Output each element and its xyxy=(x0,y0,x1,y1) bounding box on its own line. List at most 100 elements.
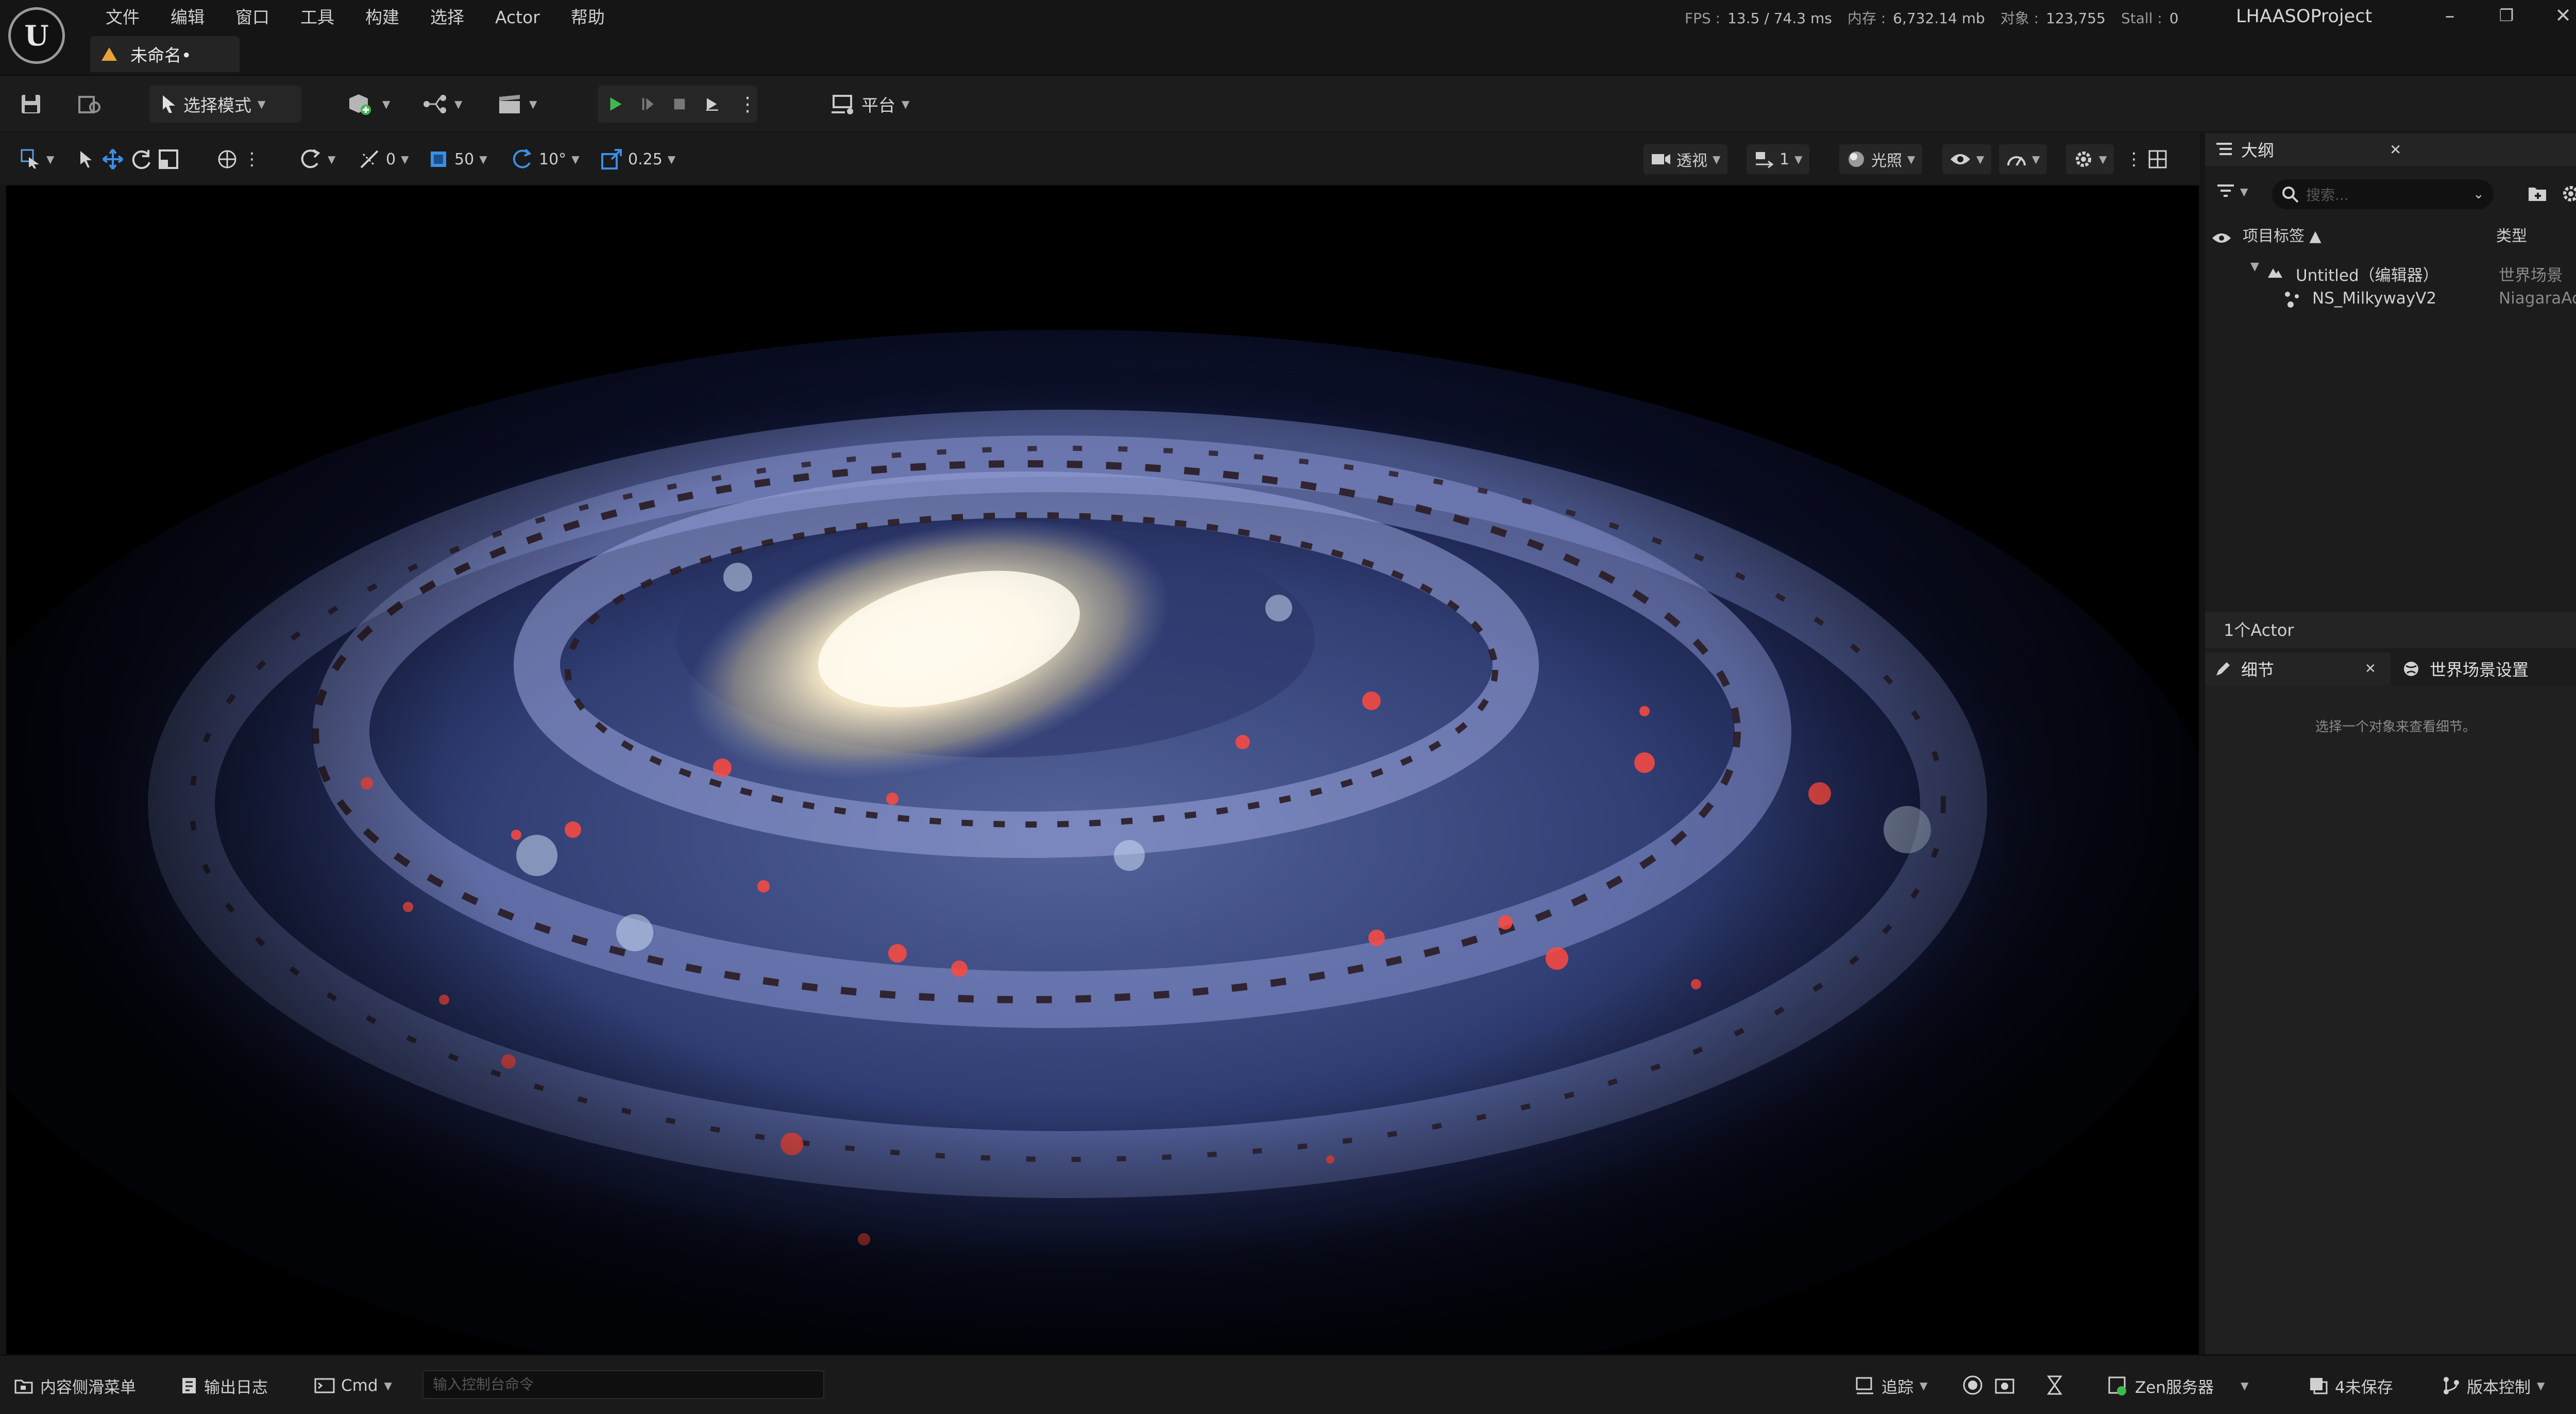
level-viewport[interactable] xyxy=(6,186,2199,1354)
menu-edit[interactable]: 编辑 xyxy=(155,3,220,32)
add-folder-icon[interactable] xyxy=(2527,183,2548,204)
perf-stats: FPS :13.5 / 74.3 ms 内存 :6,732.14 mb 对象 :12… xyxy=(1685,10,2179,27)
details-panel: 选择一个对象来查看细节。 xyxy=(2205,685,2576,1354)
save-button[interactable] xyxy=(20,86,42,122)
minimize-button[interactable]: – xyxy=(2421,0,2478,31)
screenshot-camera-icon[interactable] xyxy=(1994,1374,2015,1396)
fps-value: 13.5 / 74.3 ms xyxy=(1727,10,1832,27)
selection-mode-label: 选择模式 xyxy=(183,95,251,115)
console-command-input[interactable]: 输入控制台命令 xyxy=(422,1370,824,1399)
more-options-icon[interactable]: ⋮ xyxy=(738,93,757,115)
grid-snap-value[interactable]: 50 ▼ xyxy=(428,144,487,174)
close-icon[interactable]: ✕ xyxy=(2365,661,2376,677)
row-type: NiagaraAct xyxy=(2499,289,2576,308)
blueprint-icon xyxy=(423,95,446,113)
simulate-icon[interactable] xyxy=(705,93,719,115)
milky-way-galaxy-image xyxy=(6,186,2199,1354)
scale-snap-icon xyxy=(601,149,622,170)
zen-server-icon xyxy=(2108,1376,2126,1395)
zen-server-dropdown[interactable]: Zen服务器 ▼ xyxy=(2107,1371,2248,1400)
more-options-icon[interactable]: ⋮ xyxy=(2125,149,2143,170)
chevron-down-icon: ▼ xyxy=(454,98,463,110)
globe-icon xyxy=(2404,662,2418,676)
menu-select[interactable]: 选择 xyxy=(415,3,480,32)
maximize-button[interactable]: ❐ xyxy=(2478,0,2535,31)
menu-file[interactable]: 文件 xyxy=(90,3,155,32)
outliner-row[interactable]: NS_MilkywayV2 NiagaraAct xyxy=(2205,286,2576,313)
menu-tools[interactable]: 工具 xyxy=(285,3,350,32)
filter-dropdown[interactable]: ▼ xyxy=(2215,182,2248,201)
menu-help[interactable]: 帮助 xyxy=(555,3,620,32)
visibility-eye-icon xyxy=(2212,233,2231,243)
record-icon[interactable] xyxy=(1962,1374,1984,1396)
outliner-row[interactable]: ▼ Untitled（编辑器） 世界场景 xyxy=(2205,259,2576,286)
translate-icon[interactable] xyxy=(101,147,125,171)
rotate-icon[interactable] xyxy=(130,148,152,171)
chevron-down-icon[interactable]: ⌄ xyxy=(2473,187,2484,202)
project-name: LHAASOProject xyxy=(2236,6,2372,27)
gauge-icon xyxy=(2007,156,2026,166)
column-type[interactable]: 类型 xyxy=(2496,223,2527,246)
details-tab-label: 细节 xyxy=(2241,660,2275,680)
branch-icon xyxy=(2444,1377,2459,1394)
add-actor-button[interactable]: ▼ xyxy=(345,86,390,122)
browse-button[interactable] xyxy=(77,86,103,122)
trace-dropdown[interactable]: 追踪 ▼ xyxy=(1855,1371,1927,1400)
select-arrow-icon[interactable] xyxy=(77,149,96,170)
show-flags-dropdown[interactable]: ▼ xyxy=(1942,144,1992,174)
play-icon[interactable] xyxy=(609,93,622,115)
close-window-button[interactable]: ✕ xyxy=(2535,0,2576,31)
details-tab[interactable]: 细节 ✕ xyxy=(2205,652,2391,685)
menu-actor[interactable]: Actor xyxy=(480,3,555,32)
source-control-dropdown[interactable]: 版本控制 ▼ xyxy=(2442,1371,2545,1400)
chevron-down-icon: ▼ xyxy=(2240,186,2248,198)
menu-build[interactable]: 构建 xyxy=(350,3,415,32)
row-label: Untitled（编辑器） xyxy=(2296,266,2439,285)
layout-grid-icon[interactable] xyxy=(2148,149,2167,169)
hourglass-icon[interactable] xyxy=(2045,1374,2064,1396)
platforms-dropdown[interactable]: 平台 ▼ xyxy=(829,86,909,122)
unsaved-button[interactable]: 4未保存 xyxy=(2308,1371,2393,1400)
performance-dropdown[interactable]: ▼ xyxy=(1999,144,2047,174)
world-settings-tab[interactable]: 世界场景设置 xyxy=(2397,652,2576,685)
surface-snap-dropdown[interactable]: ▼ xyxy=(299,144,335,174)
output-log-button[interactable]: 输出日志 xyxy=(180,1371,268,1400)
filter-icon xyxy=(2217,184,2234,197)
row-type: 世界场景 xyxy=(2499,266,2563,285)
outliner-title: 大纲 xyxy=(2241,141,2275,160)
outliner-search-input[interactable]: 搜索... ⌄ xyxy=(2272,179,2494,209)
more-options-icon[interactable]: ⋮ xyxy=(243,149,261,170)
view-mode-dropdown[interactable]: 透视 ▼ xyxy=(1643,144,1728,174)
level-tab[interactable]: 未命名• xyxy=(90,36,240,72)
angle-snap-value[interactable]: 10° ▼ xyxy=(510,144,580,174)
stop-icon[interactable] xyxy=(673,93,686,115)
stall-value: 0 xyxy=(2169,10,2179,27)
scale-icon[interactable] xyxy=(158,148,179,170)
close-icon[interactable]: ✕ xyxy=(2389,141,2401,158)
selection-mode-dropdown[interactable]: 选择模式 ▼ xyxy=(149,86,301,123)
cmd-dropdown[interactable]: Cmd ▼ xyxy=(314,1371,392,1400)
scale-snap-value[interactable]: 0.25 ▼ xyxy=(600,144,675,174)
blueprint-button[interactable]: ▼ xyxy=(422,86,462,122)
coordinate-space[interactable]: ⋮ xyxy=(216,144,261,174)
menu-window[interactable]: 窗口 xyxy=(220,3,285,32)
rotation-snap-value[interactable]: 0 ▼ xyxy=(358,144,409,174)
camera-speed-dropdown[interactable]: 1 ▼ xyxy=(1747,144,1810,174)
viewport-options[interactable]: ⋮ xyxy=(2125,144,2167,174)
lighting-dropdown[interactable]: 光照 ▼ xyxy=(1839,144,1923,174)
chevron-down-icon: ▼ xyxy=(1976,153,1985,165)
viewport-toolbar: ▼ ⋮ ▼ 0 ▼ 50 ▼ 10° ▼ 0.25 ▼ 透视 ▼ 1 ▼ 光照 … xyxy=(0,133,2200,184)
content-drawer-button[interactable]: 内容侧滑菜单 xyxy=(13,1371,136,1400)
outliner-tab[interactable]: 大纲 ✕ xyxy=(2205,133,2576,166)
cinematics-button[interactable]: ▼ xyxy=(497,86,537,122)
lit-sphere-icon xyxy=(1849,152,1864,167)
surface-snap-icon xyxy=(301,149,320,169)
settings-gear-icon[interactable] xyxy=(2561,183,2576,204)
step-icon[interactable] xyxy=(641,93,654,115)
expand-arrow-icon[interactable]: ▼ xyxy=(2250,260,2259,273)
column-item-label[interactable]: 项目标签 ▲ xyxy=(2243,223,2321,246)
viewport-settings-dropdown[interactable]: ▼ xyxy=(2066,144,2114,174)
select-tool-dropdown[interactable]: ▼ xyxy=(21,144,54,174)
transform-tools xyxy=(77,144,179,174)
main-toolbar: 选择模式 ▼ ▼ ▼ ▼ ⋮ 平台 ▼ xyxy=(0,75,2576,131)
